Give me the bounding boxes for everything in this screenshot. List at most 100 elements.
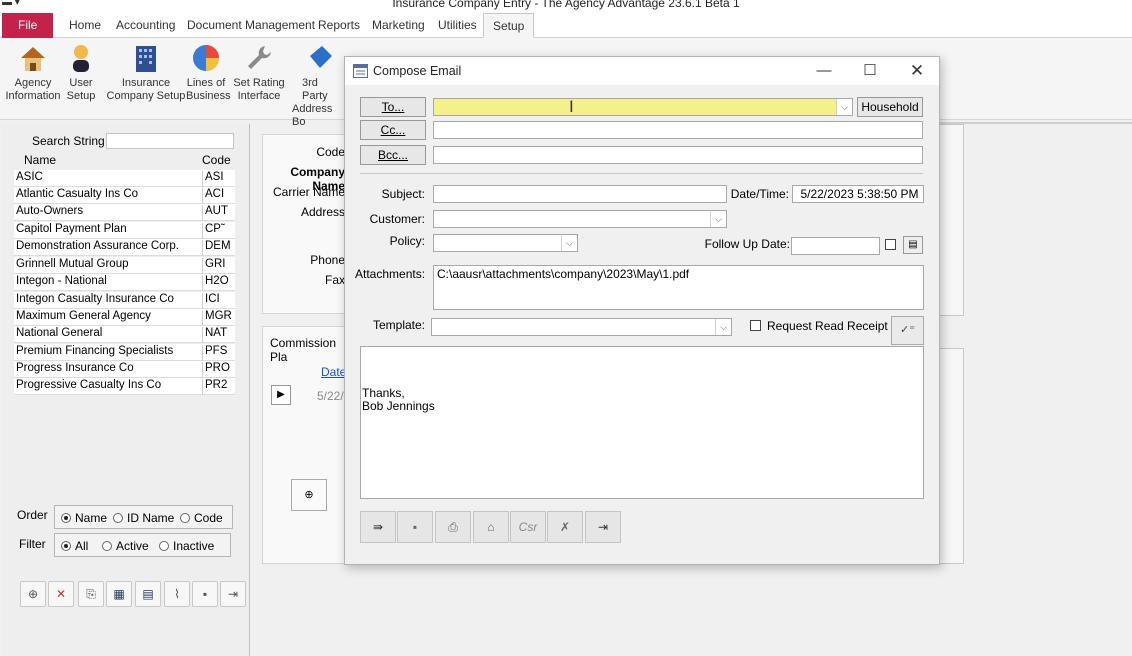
customer-select[interactable]: ⌵ xyxy=(433,210,727,228)
tab-marketing[interactable]: Marketing xyxy=(363,13,434,38)
grid-icon: ▤ xyxy=(142,587,154,601)
list-item[interactable]: Auto-Owners AUT xyxy=(14,204,235,221)
cc-button[interactable]: Cc... xyxy=(360,120,426,140)
user-label-1: User xyxy=(69,77,93,89)
radio-icon xyxy=(159,541,169,551)
policy-select[interactable]: ⌵ xyxy=(433,234,578,252)
list-item[interactable]: Grinnell Mutual Group GRI xyxy=(14,257,235,274)
delete-record-button[interactable]: ✕ xyxy=(48,581,74,607)
tab-reports[interactable]: Reports xyxy=(309,13,369,38)
pie-chart-icon xyxy=(193,45,219,71)
lines-of-business-button[interactable]: Lines of Business xyxy=(186,42,231,103)
list-item[interactable]: Premium Financing Specialists PFS xyxy=(14,344,235,361)
date-column-link[interactable]: Date xyxy=(321,365,346,379)
list-item[interactable]: Integon Casualty Insurance Co ICI xyxy=(14,292,235,309)
follow-up-checkbox[interactable] xyxy=(885,239,896,250)
list-item[interactable]: Capitol Payment Plan CP˜ xyxy=(14,222,235,239)
filter-radio-inactive[interactable]: Inactive xyxy=(159,539,214,553)
list-item[interactable]: ASIC ASI xyxy=(14,170,235,187)
to-button[interactable]: To... xyxy=(360,97,426,117)
company-list[interactable]: ASIC ASI Atlantic Casualty Ins Co ACI Auto… xyxy=(14,170,235,398)
third-party-address-book-button[interactable]: 3rd Party Address Bo xyxy=(290,42,346,129)
company-name: ASIC xyxy=(16,171,43,183)
spell-check-button[interactable]: ✓⁼ xyxy=(891,316,924,345)
grid-button[interactable]: ▤ xyxy=(135,581,161,607)
tab-document-management[interactable]: Document Management xyxy=(178,13,324,38)
row-selector-arrow-icon[interactable]: ▶ xyxy=(271,385,291,405)
list-item[interactable]: Atlantic Casualty Ins Co ACI xyxy=(14,187,235,204)
tab-utilities[interactable]: Utilities xyxy=(429,13,486,38)
print-button[interactable]: ⎙ xyxy=(435,511,471,543)
insurance-company-setup-button[interactable]: Insurance Company Setup xyxy=(106,42,186,103)
list-item[interactable]: Progress Insurance Co PRO xyxy=(14,361,235,378)
close-icon[interactable]: ✕ xyxy=(906,61,928,81)
chevron-down-icon[interactable]: ⌵ xyxy=(715,319,731,335)
csr-button[interactable]: Csr xyxy=(510,511,546,543)
copy-record-button[interactable]: ⎘ xyxy=(78,581,104,607)
datetime-label: Date/Time: xyxy=(730,187,789,201)
save-button[interactable]: ▪ xyxy=(192,581,218,607)
email-body-editor[interactable]: Thanks, Bob Jennings xyxy=(360,346,924,499)
template-select[interactable]: ⌵ xyxy=(431,318,732,336)
user-icon xyxy=(73,45,89,72)
app-title: Insurance Company Entry - The Agency Adv… xyxy=(392,0,740,10)
save-draft-button[interactable]: ▪ xyxy=(397,511,433,543)
tab-setup[interactable]: Setup xyxy=(483,13,535,38)
chevron-down-icon[interactable]: ⌵ xyxy=(561,235,577,251)
order-radio-id-name[interactable]: ID Name xyxy=(113,511,174,525)
thirdparty-label-1: 3rd Party xyxy=(302,77,328,102)
chart-button[interactable]: ⌇ xyxy=(164,581,190,607)
chevron-down-icon[interactable]: ⌵ xyxy=(836,99,852,115)
request-read-receipt-checkbox[interactable]: Request Read Receipt xyxy=(750,319,888,333)
send-button[interactable]: ⇛ xyxy=(360,511,396,543)
minimize-icon[interactable]: — xyxy=(813,61,835,81)
attachments-field[interactable]: C:\aausr\attachments\company\2023\May\1.… xyxy=(433,265,924,310)
filter-radio-active[interactable]: Active xyxy=(102,539,149,553)
household-button[interactable]: Household xyxy=(857,97,923,117)
exit-dialog-button[interactable]: ⇥ xyxy=(585,511,621,543)
calendar-icon[interactable]: ▤ xyxy=(903,236,923,254)
radio-icon xyxy=(61,541,71,551)
cc-field[interactable] xyxy=(433,121,923,139)
to-field[interactable]: ⌵ xyxy=(433,98,853,116)
add-commission-button[interactable]: ⊕ xyxy=(291,479,327,511)
delete-icon: ✕ xyxy=(55,587,67,601)
tab-home[interactable]: Home xyxy=(60,13,110,38)
search-input[interactable] xyxy=(106,133,234,149)
list-item[interactable]: Progressive Casualty Ins Co PR2 xyxy=(14,378,235,395)
cancel-button[interactable]: ✗ xyxy=(547,511,583,543)
filter-radio-all[interactable]: All xyxy=(61,539,88,553)
list-item[interactable]: National General NAT xyxy=(14,326,235,343)
bcc-field[interactable] xyxy=(433,146,923,164)
tab-file[interactable]: File xyxy=(2,13,54,38)
order-radio-code[interactable]: Code xyxy=(180,511,223,525)
list-item[interactable]: Integon - National H2O xyxy=(14,274,235,291)
tab-accounting[interactable]: Accounting xyxy=(107,13,184,38)
follow-up-date-field[interactable] xyxy=(791,237,880,255)
datetime-field[interactable]: 5/22/2023 5:38:50 PM xyxy=(792,185,924,203)
column-header-code[interactable]: Code xyxy=(202,153,231,167)
bcc-button[interactable]: Bcc... xyxy=(360,145,426,165)
agency-information-button[interactable]: Agency Information xyxy=(4,42,62,103)
list-item[interactable]: Maximum General Agency MGR xyxy=(14,309,235,326)
column-header-name[interactable]: Name xyxy=(24,153,56,167)
list-item[interactable]: Demonstration Assurance Corp. DEM xyxy=(14,239,235,256)
code-label: Code xyxy=(316,145,345,159)
calculator-button[interactable]: ▦ xyxy=(106,581,132,607)
subject-field[interactable] xyxy=(433,185,727,203)
search-label: Search String > xyxy=(32,134,116,148)
right-panel-edge xyxy=(938,124,964,316)
user-setup-button[interactable]: User Setup xyxy=(64,42,98,103)
chevron-down-icon[interactable]: ⌵ xyxy=(710,211,726,227)
divider xyxy=(938,122,1132,124)
radio-icon xyxy=(61,513,71,523)
company-code: DEM xyxy=(202,240,235,256)
add-record-button[interactable]: ⊕ xyxy=(20,581,46,607)
address-book-icon xyxy=(310,46,332,68)
order-radio-name[interactable]: Name xyxy=(61,511,107,525)
exit-button[interactable]: ⇥ xyxy=(220,581,246,607)
set-rating-interface-button[interactable]: Set Rating Interface xyxy=(232,42,286,103)
copy-icon: ⎘ xyxy=(86,587,96,601)
open-folder-button[interactable]: ⌂ xyxy=(473,511,509,543)
maximize-icon[interactable]: ☐ xyxy=(859,61,881,81)
